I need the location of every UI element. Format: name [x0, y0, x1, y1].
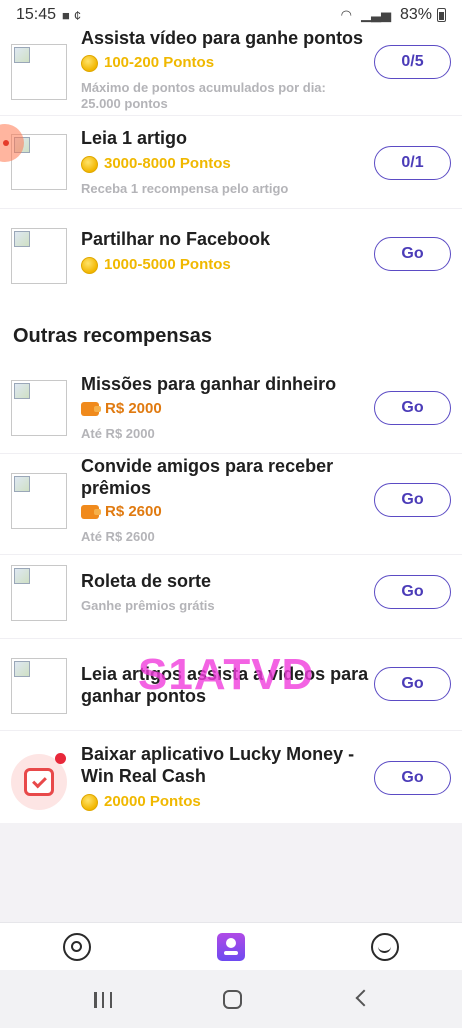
task-progress-button[interactable]: 0/5: [374, 45, 451, 79]
task-share-facebook: Partilhar no Facebook 1000-5000 Pontos G…: [0, 209, 462, 289]
app-notification-icon: ¢: [73, 7, 82, 23]
task-progress-button[interactable]: 0/1: [374, 146, 451, 180]
back-icon[interactable]: [355, 989, 373, 1007]
task-description: Máximo de pontos acumulados por dia: 25.…: [81, 80, 326, 111]
compass-icon[interactable]: [63, 933, 91, 961]
recents-icon[interactable]: [94, 992, 112, 1008]
task-thumbnail: [11, 565, 67, 621]
go-button[interactable]: Go: [374, 237, 451, 271]
go-button[interactable]: Go: [374, 391, 451, 425]
reward-text: 1000-5000 Pontos: [104, 256, 231, 273]
go-button[interactable]: Go: [374, 667, 451, 701]
task-reward: R$ 2600: [81, 502, 162, 522]
task-thumbnail: [11, 380, 67, 436]
task-reward: 3000-8000 Pontos: [81, 154, 231, 174]
coin-icon: [81, 155, 98, 173]
battery-icon: [437, 8, 446, 22]
task-invite-friends: Convide amigos para receber prêmios R$ 2…: [0, 454, 462, 555]
video-icon: ■: [62, 7, 70, 23]
task-reward: R$ 2000: [81, 399, 162, 419]
task-description: Receba 1 recompensa pelo artigo: [81, 181, 289, 196]
reward-text: 100-200 Pontos: [104, 54, 215, 71]
reward-text: R$ 2600: [105, 503, 162, 520]
smiley-icon[interactable]: [371, 933, 399, 961]
task-title: Convide amigos para receber prêmios: [81, 456, 334, 498]
reward-text: 20000 Pontos: [104, 793, 201, 810]
go-button[interactable]: Go: [374, 761, 451, 795]
reward-text: 3000-8000 Pontos: [104, 155, 231, 172]
home-icon[interactable]: [223, 990, 242, 1009]
task-title: Leia artigos assista a vídeos para ganha…: [81, 664, 369, 706]
task-thumbnail: [11, 473, 67, 529]
task-thumbnail: [11, 228, 67, 284]
status-bar: 15:45 ■ ¢ ◠ ▁▃▅ 83%: [0, 0, 462, 30]
task-title: Leia 1 artigo: [81, 128, 188, 148]
battery-text: 83%: [399, 6, 432, 23]
go-button[interactable]: Go: [374, 575, 451, 609]
tasks-icon[interactable]: [217, 933, 245, 961]
task-thumbnail: [11, 44, 67, 100]
gift-icon: [24, 768, 54, 796]
go-button[interactable]: Go: [374, 483, 451, 517]
status-time: 15:45: [16, 6, 57, 23]
coin-icon: [81, 54, 98, 72]
task-description: Ganhe prêmios grátis: [81, 598, 215, 613]
task-thumbnail: [11, 658, 67, 714]
reward-text: R$ 2000: [105, 400, 162, 417]
task-missions: Missões para ganhar dinheiro R$ 2000 Até…: [0, 370, 462, 454]
signal-icon: ▁▃▅: [360, 7, 391, 22]
task-reward: 1000-5000 Pontos: [81, 255, 231, 275]
task-watch-video: Assista vídeo para ganhe pontos 100-200 …: [0, 30, 462, 116]
system-nav-bar: [0, 970, 462, 1028]
task-title: Partilhar no Facebook: [81, 229, 271, 249]
task-read-watch: Leia artigos assista a vídeos para ganha…: [0, 639, 462, 731]
task-title: Baixar aplicativo Lucky Money - Win Real…: [81, 744, 355, 786]
section-title: Outras recompensas: [13, 325, 212, 347]
task-description: Até R$ 2600: [81, 529, 155, 544]
task-description: Até R$ 2000: [81, 426, 155, 441]
status-right: ◠ ▁▃▅ 83%: [341, 6, 446, 24]
task-lucky-wheel: Roleta de sorte Ganhe prêmios grátis Go: [0, 555, 462, 639]
wallet-icon: [81, 402, 101, 416]
bottom-tab-bar: [0, 922, 462, 970]
notification-dot: [55, 753, 66, 764]
task-download-app: Baixar aplicativo Lucky Money - Win Real…: [0, 731, 462, 823]
task-reward: 20000 Pontos: [81, 792, 201, 812]
coin-icon: [81, 793, 98, 811]
coin-icon: [81, 256, 98, 274]
task-list[interactable]: Assista vídeo para ganhe pontos 100-200 …: [0, 30, 462, 823]
task-title: Missões para ganhar dinheiro: [81, 374, 337, 394]
task-title: Roleta de sorte: [81, 571, 212, 591]
task-read-article: Leia 1 artigo 3000-8000 Pontos Receba 1 …: [0, 116, 462, 209]
wallet-icon: [81, 505, 101, 519]
task-reward: 100-200 Pontos: [81, 53, 214, 73]
wifi-icon: ◠: [340, 7, 352, 22]
task-title: Assista vídeo para ganhe pontos: [81, 30, 364, 48]
